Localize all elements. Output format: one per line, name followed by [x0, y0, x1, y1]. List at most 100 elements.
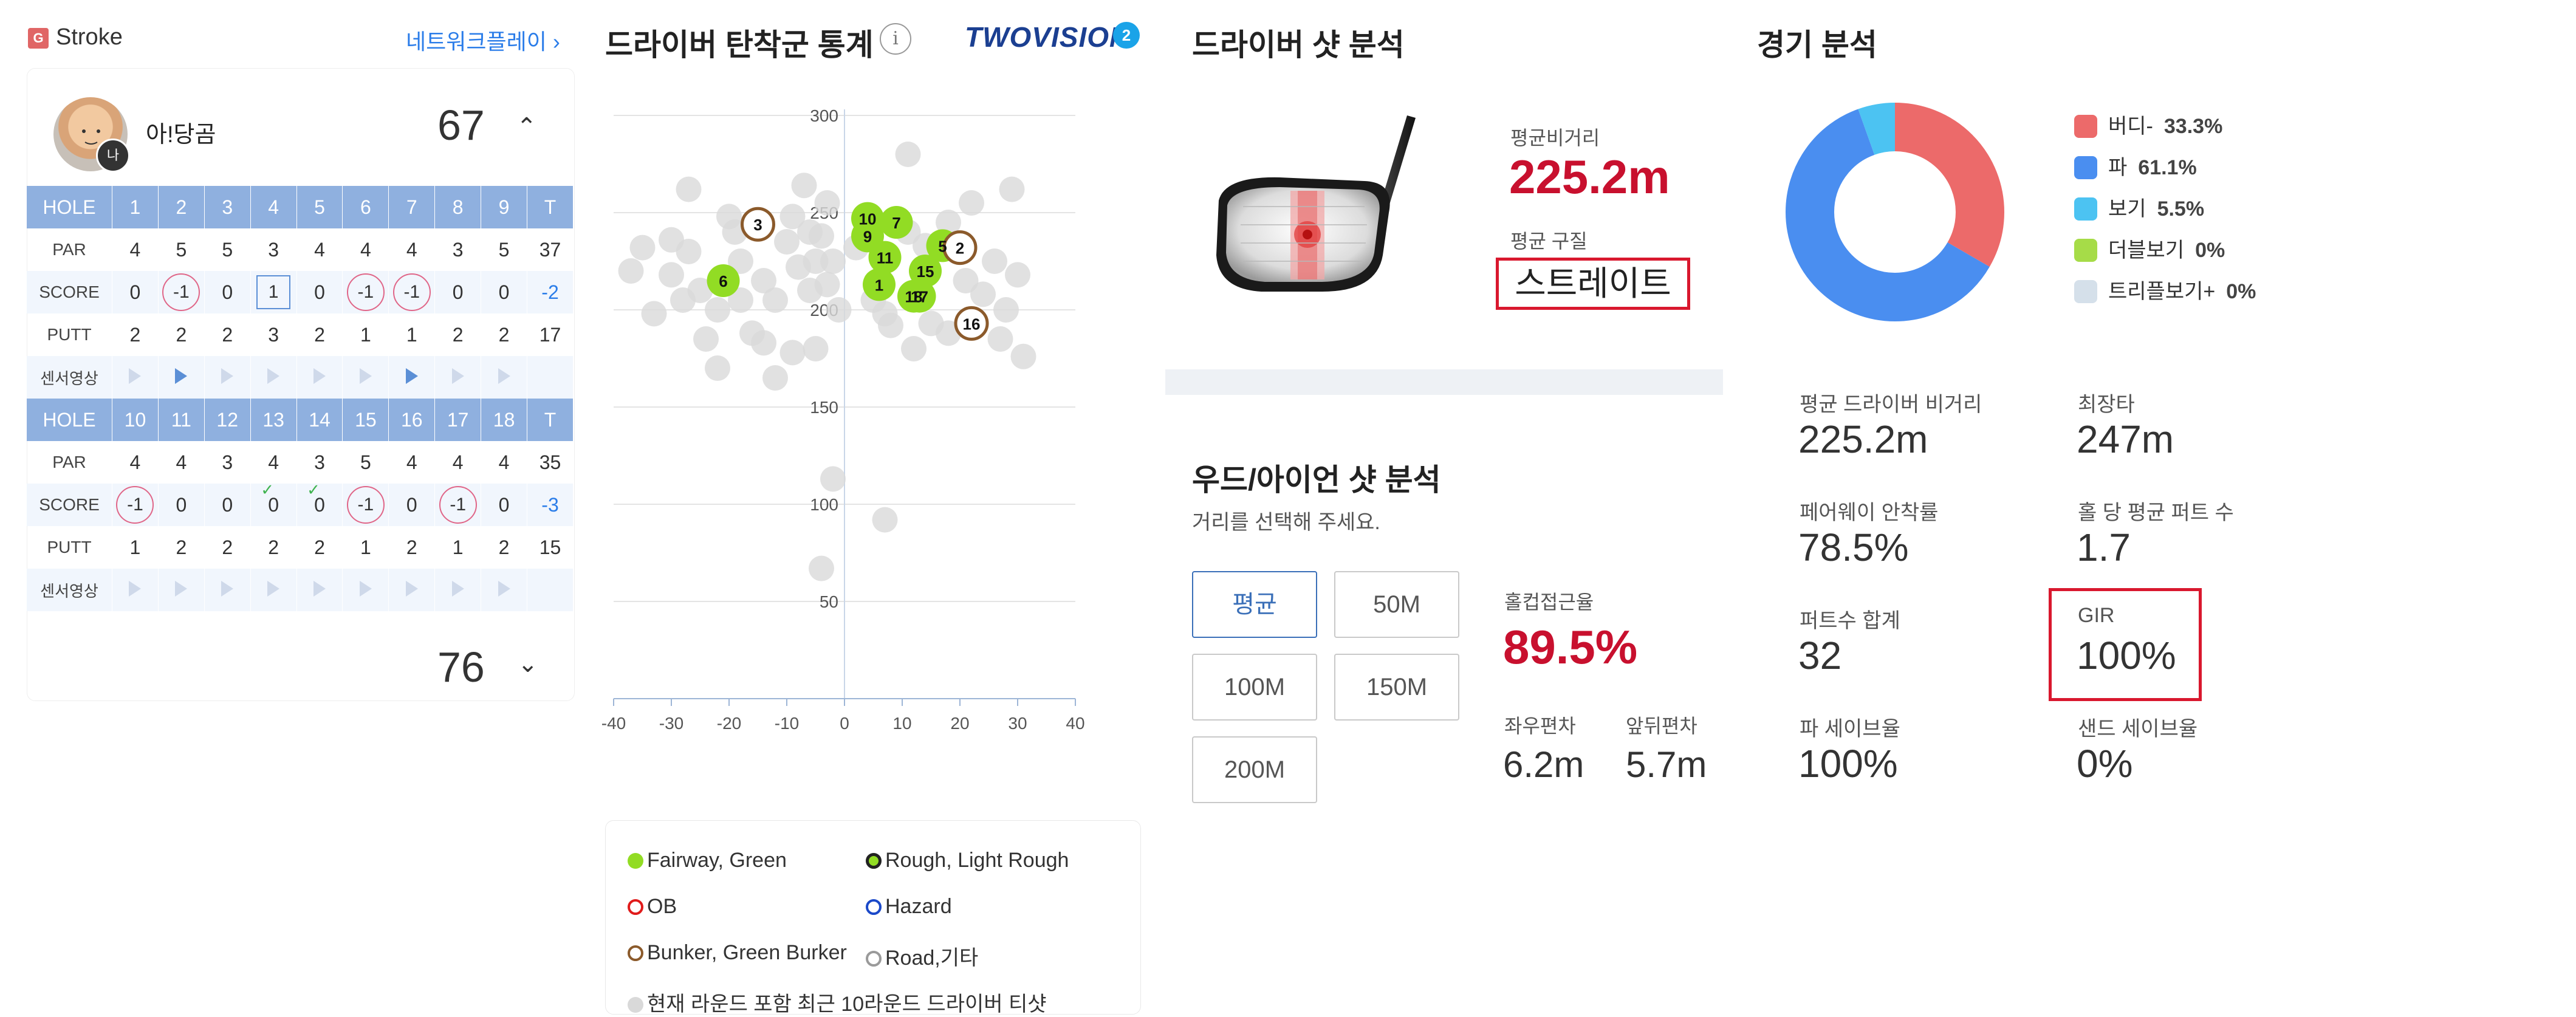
putt-cell: 2	[158, 313, 205, 356]
play-icon[interactable]	[451, 580, 464, 597]
rough-dot-icon	[866, 853, 882, 869]
history-shot-point	[774, 229, 800, 255]
par-cell: 4	[158, 441, 205, 484]
play-icon[interactable]	[498, 368, 510, 384]
score-cell: -1	[434, 484, 482, 526]
history-shot-point	[814, 272, 840, 298]
play-icon[interactable]	[129, 368, 142, 384]
putt-avg-label: 홀 당 평균 퍼트 수	[2078, 501, 2234, 524]
par-save-label: 파 세이브율	[1800, 717, 1900, 741]
wood-iron-title: 우드/아이언 샷 분석	[1192, 463, 1441, 497]
hole-row: HOLE 1 2 3 4 5 6 7 8 9 T	[27, 186, 574, 228]
sensor-video-button[interactable]	[481, 569, 528, 611]
par-cell: 3	[250, 228, 297, 271]
play-icon[interactable]	[221, 368, 234, 384]
chevron-down-icon[interactable]: ⌄	[518, 650, 538, 678]
sensor-video-button[interactable]	[481, 356, 528, 399]
video-row: 센서영상	[27, 356, 574, 399]
putt-cell: 1	[342, 313, 389, 356]
road-ring-icon	[866, 951, 882, 967]
par-cell: 5	[204, 228, 251, 271]
play-icon[interactable]	[175, 368, 188, 384]
score-cell: -1	[388, 271, 436, 313]
distance-button-200m[interactable]: 200M	[1192, 736, 1317, 803]
driver-stats-title: 드라이버 탄착군 통계	[605, 28, 874, 62]
sensor-video-button[interactable]	[434, 569, 482, 611]
bunker-ring-icon	[628, 945, 643, 961]
wood-iron-subtitle: 거리를 선택해 주세요.	[1192, 511, 1380, 534]
hole-cell: T	[527, 186, 574, 228]
sensor-video-button[interactable]	[204, 356, 251, 399]
legend-bunker-label: Bunker, Green Burker	[647, 941, 847, 964]
score-cell: 0	[204, 271, 251, 313]
scorecard-panel: G Stroke 네트워크플레이 › 나 아!당곰 67 ⌃ HOLE 1 2 3 4 5…	[0, 0, 577, 1013]
sensor-video-button[interactable]	[112, 569, 159, 611]
hole-cell: 10	[112, 399, 159, 441]
score-row-label: SCORE	[27, 271, 112, 313]
par-save-value: 100%	[1798, 742, 1898, 786]
play-icon[interactable]	[405, 580, 418, 597]
sensor-video-button[interactable]	[342, 356, 389, 399]
history-shot-point	[659, 227, 684, 253]
driver-head-icon	[1216, 115, 1416, 292]
distance-button-50m[interactable]: 50M	[1334, 571, 1459, 638]
play-icon[interactable]	[267, 580, 280, 597]
hole-cell: 11	[158, 399, 205, 441]
sensor-video-button[interactable]	[388, 356, 436, 399]
sensor-video-button[interactable]	[296, 356, 343, 399]
sensor-video-button[interactable]	[158, 356, 205, 399]
distance-button-100m[interactable]: 100M	[1192, 654, 1317, 721]
me-badge: 나	[96, 139, 130, 173]
brand-logo: TWOVISION	[965, 21, 1131, 53]
play-icon[interactable]	[175, 580, 188, 597]
history-shot-point	[659, 262, 684, 288]
sensor-video-button[interactable]	[434, 356, 482, 399]
distance-button-avg[interactable]: 평균	[1192, 571, 1317, 638]
play-icon[interactable]	[405, 368, 418, 384]
x-tick-label: -40	[601, 714, 626, 733]
sensor-video-button[interactable]	[296, 569, 343, 611]
shot-number-label: 16	[963, 315, 981, 333]
shot-number-label: 15	[917, 262, 934, 281]
sensor-video-button[interactable]	[158, 569, 205, 611]
play-icon[interactable]	[221, 580, 234, 597]
info-icon[interactable]: i	[880, 23, 911, 55]
play-icon[interactable]	[451, 368, 464, 384]
sensor-video-button[interactable]	[112, 356, 159, 399]
sensor-video-button[interactable]	[342, 569, 389, 611]
avg-shape-label: 평균 구질	[1510, 230, 1588, 252]
chevron-up-icon[interactable]: ⌃	[516, 113, 537, 141]
play-icon[interactable]	[498, 580, 510, 597]
play-icon[interactable]	[359, 580, 372, 597]
history-shot-point	[970, 281, 996, 307]
legend-par-pct: 61.1%	[2138, 156, 2197, 179]
play-icon[interactable]	[313, 580, 326, 597]
network-play-link[interactable]: 네트워크플레이 ›	[406, 24, 560, 56]
avg-drive-label: 평균 드라이버 비거리	[1800, 393, 1982, 416]
sensor-video-button[interactable]	[250, 356, 297, 399]
play-icon[interactable]	[359, 368, 372, 384]
front-nine-total: 67	[437, 101, 485, 149]
par-cell: 3	[296, 441, 343, 484]
x-tick-label: -10	[775, 714, 799, 733]
play-icon[interactable]	[267, 368, 280, 384]
fairway-rate-label: 페어웨이 안착률	[1800, 501, 1939, 524]
legend-rough-label: Rough, Light Rough	[885, 849, 1069, 872]
sensor-video-button[interactable]	[388, 569, 436, 611]
history-shot-point	[629, 235, 656, 261]
score-value: 0	[176, 493, 187, 516]
y-tick-label: 150	[810, 398, 838, 417]
shot-number-label: 11	[877, 249, 894, 267]
play-icon[interactable]	[313, 368, 326, 384]
distance-button-150m[interactable]: 150M	[1334, 654, 1459, 721]
longest-value: 247m	[2077, 417, 2174, 461]
sensor-video-button[interactable]	[250, 569, 297, 611]
putt-cell: 2	[481, 526, 528, 569]
play-icon[interactable]	[129, 580, 142, 597]
score-cell: 0	[158, 484, 205, 526]
triple-bogey-swatch-icon	[2074, 280, 2097, 303]
sensor-video-button[interactable]	[204, 569, 251, 611]
history-shot-point	[803, 248, 829, 274]
history-shot-point	[693, 326, 719, 352]
sand-save-value: 0%	[2077, 742, 2133, 786]
